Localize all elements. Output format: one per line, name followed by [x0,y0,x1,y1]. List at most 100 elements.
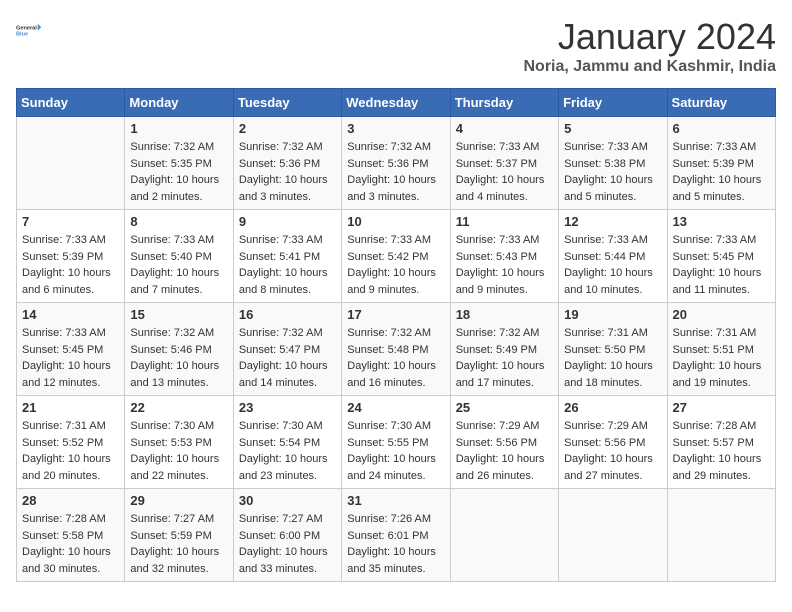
day-number: 10 [347,214,444,229]
day-number: 8 [130,214,227,229]
calendar-cell: 11 Sunrise: 7:33 AM Sunset: 5:43 PM Dayli… [450,210,558,303]
calendar-cell: 27 Sunrise: 7:28 AM Sunset: 5:57 PM Dayli… [667,396,775,489]
calendar-cell: 13 Sunrise: 7:33 AM Sunset: 5:45 PM Dayli… [667,210,775,303]
calendar-cell: 14 Sunrise: 7:33 AM Sunset: 5:45 PM Dayli… [17,303,125,396]
calendar-cell: 12 Sunrise: 7:33 AM Sunset: 5:44 PM Dayli… [559,210,667,303]
day-number: 6 [673,121,770,136]
day-number: 26 [564,400,661,415]
weekday-header-row: SundayMondayTuesdayWednesdayThursdayFrid… [17,89,776,117]
day-info: Sunrise: 7:33 AM Sunset: 5:42 PM Dayligh… [347,232,444,298]
calendar-cell: 28 Sunrise: 7:28 AM Sunset: 5:58 PM Dayli… [17,489,125,582]
day-info: Sunrise: 7:29 AM Sunset: 5:56 PM Dayligh… [456,418,553,484]
day-info: Sunrise: 7:32 AM Sunset: 5:46 PM Dayligh… [130,325,227,391]
day-number: 28 [22,493,119,508]
day-number: 17 [347,307,444,322]
day-info: Sunrise: 7:31 AM Sunset: 5:50 PM Dayligh… [564,325,661,391]
calendar-cell: 22 Sunrise: 7:30 AM Sunset: 5:53 PM Dayli… [125,396,233,489]
svg-text:General: General [16,25,37,31]
day-number: 25 [456,400,553,415]
page-header: GeneralBlue January 2024 Noria, Jammu an… [16,16,776,76]
day-info: Sunrise: 7:31 AM Sunset: 5:51 PM Dayligh… [673,325,770,391]
day-info: Sunrise: 7:30 AM Sunset: 5:53 PM Dayligh… [130,418,227,484]
calendar-cell: 20Sunrise: 7:31 AM Sunset: 5:51 PM Dayli… [667,303,775,396]
weekday-header-monday: Monday [125,89,233,117]
calendar-cell [559,489,667,582]
calendar-cell [667,489,775,582]
week-row-4: 21 Sunrise: 7:31 AM Sunset: 5:52 PM Dayli… [17,396,776,489]
calendar-cell [17,117,125,210]
day-info: Sunrise: 7:27 AM Sunset: 6:00 PM Dayligh… [239,511,336,577]
day-info: Sunrise: 7:33 AM Sunset: 5:41 PM Dayligh… [239,232,336,298]
day-info: Sunrise: 7:33 AM Sunset: 5:43 PM Dayligh… [456,232,553,298]
calendar-cell: 1 Sunrise: 7:32 AM Sunset: 5:35 PM Daylig… [125,117,233,210]
day-number: 29 [130,493,227,508]
day-info: Sunrise: 7:32 AM Sunset: 5:36 PM Dayligh… [347,139,444,205]
week-row-3: 14 Sunrise: 7:33 AM Sunset: 5:45 PM Dayli… [17,303,776,396]
week-row-1: 1 Sunrise: 7:32 AM Sunset: 5:35 PM Daylig… [17,117,776,210]
calendar-cell: 26 Sunrise: 7:29 AM Sunset: 5:56 PM Dayli… [559,396,667,489]
calendar-cell [450,489,558,582]
day-info: Sunrise: 7:28 AM Sunset: 5:58 PM Dayligh… [22,511,119,577]
calendar-cell: 4Sunrise: 7:33 AM Sunset: 5:37 PM Daylig… [450,117,558,210]
day-info: Sunrise: 7:33 AM Sunset: 5:39 PM Dayligh… [22,232,119,298]
day-number: 27 [673,400,770,415]
day-info: Sunrise: 7:33 AM Sunset: 5:39 PM Dayligh… [673,139,770,205]
day-number: 3 [347,121,444,136]
day-info: Sunrise: 7:33 AM Sunset: 5:45 PM Dayligh… [22,325,119,391]
calendar-cell: 21 Sunrise: 7:31 AM Sunset: 5:52 PM Dayli… [17,396,125,489]
logo-icon: GeneralBlue [16,16,44,44]
day-number: 1 [130,121,227,136]
day-number: 24 [347,400,444,415]
weekday-header-sunday: Sunday [17,89,125,117]
day-info: Sunrise: 7:33 AM Sunset: 5:45 PM Dayligh… [673,232,770,298]
day-number: 19 [564,307,661,322]
svg-text:Blue: Blue [16,32,28,38]
week-row-2: 7 Sunrise: 7:33 AM Sunset: 5:39 PM Daylig… [17,210,776,303]
calendar-cell: 19 Sunrise: 7:31 AM Sunset: 5:50 PM Dayli… [559,303,667,396]
calendar-cell: 7 Sunrise: 7:33 AM Sunset: 5:39 PM Daylig… [17,210,125,303]
calendar-cell: 24Sunrise: 7:30 AM Sunset: 5:55 PM Dayli… [342,396,450,489]
calendar-cell: 5Sunrise: 7:33 AM Sunset: 5:38 PM Daylig… [559,117,667,210]
calendar-cell: 18 Sunrise: 7:32 AM Sunset: 5:49 PM Dayli… [450,303,558,396]
calendar-cell: 17 Sunrise: 7:32 AM Sunset: 5:48 PM Dayli… [342,303,450,396]
weekday-header-thursday: Thursday [450,89,558,117]
day-info: Sunrise: 7:26 AM Sunset: 6:01 PM Dayligh… [347,511,444,577]
day-number: 11 [456,214,553,229]
day-info: Sunrise: 7:33 AM Sunset: 5:44 PM Dayligh… [564,232,661,298]
calendar-cell: 29 Sunrise: 7:27 AM Sunset: 5:59 PM Dayli… [125,489,233,582]
day-info: Sunrise: 7:32 AM Sunset: 5:48 PM Dayligh… [347,325,444,391]
calendar-cell: 8Sunrise: 7:33 AM Sunset: 5:40 PM Daylig… [125,210,233,303]
calendar-table: SundayMondayTuesdayWednesdayThursdayFrid… [16,88,776,582]
day-info: Sunrise: 7:33 AM Sunset: 5:37 PM Dayligh… [456,139,553,205]
day-number: 22 [130,400,227,415]
calendar-cell: 6 Sunrise: 7:33 AM Sunset: 5:39 PM Daylig… [667,117,775,210]
day-number: 15 [130,307,227,322]
day-info: Sunrise: 7:29 AM Sunset: 5:56 PM Dayligh… [564,418,661,484]
day-info: Sunrise: 7:30 AM Sunset: 5:54 PM Dayligh… [239,418,336,484]
day-info: Sunrise: 7:32 AM Sunset: 5:49 PM Dayligh… [456,325,553,391]
calendar-cell: 2Sunrise: 7:32 AM Sunset: 5:36 PM Daylig… [233,117,341,210]
day-info: Sunrise: 7:28 AM Sunset: 5:57 PM Dayligh… [673,418,770,484]
day-info: Sunrise: 7:27 AM Sunset: 5:59 PM Dayligh… [130,511,227,577]
calendar-cell: 3 Sunrise: 7:32 AM Sunset: 5:36 PM Daylig… [342,117,450,210]
weekday-header-friday: Friday [559,89,667,117]
day-number: 14 [22,307,119,322]
weekday-header-tuesday: Tuesday [233,89,341,117]
day-number: 21 [22,400,119,415]
day-number: 18 [456,307,553,322]
calendar-cell: 16Sunrise: 7:32 AM Sunset: 5:47 PM Dayli… [233,303,341,396]
day-info: Sunrise: 7:32 AM Sunset: 5:35 PM Dayligh… [130,139,227,205]
calendar-cell: 30 Sunrise: 7:27 AM Sunset: 6:00 PM Dayli… [233,489,341,582]
weekday-header-saturday: Saturday [667,89,775,117]
day-info: Sunrise: 7:33 AM Sunset: 5:38 PM Dayligh… [564,139,661,205]
day-number: 23 [239,400,336,415]
day-info: Sunrise: 7:31 AM Sunset: 5:52 PM Dayligh… [22,418,119,484]
day-number: 30 [239,493,336,508]
day-info: Sunrise: 7:32 AM Sunset: 5:36 PM Dayligh… [239,139,336,205]
day-number: 16 [239,307,336,322]
day-number: 7 [22,214,119,229]
day-number: 13 [673,214,770,229]
day-number: 12 [564,214,661,229]
calendar-cell: 25 Sunrise: 7:29 AM Sunset: 5:56 PM Dayli… [450,396,558,489]
weekday-header-wednesday: Wednesday [342,89,450,117]
